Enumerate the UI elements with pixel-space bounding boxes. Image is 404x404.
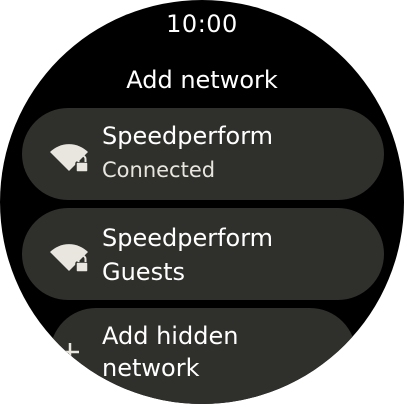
plus-icon	[61, 343, 79, 361]
network-name: Speedperform	[102, 224, 274, 252]
add-hidden-network-button[interactable]: Add hidden network	[50, 308, 356, 404]
page-title: Add network	[126, 66, 278, 94]
status-time: 10:00	[166, 10, 238, 38]
add-hidden-label-line1: Add hidden	[102, 322, 239, 350]
network-name-suffix: Guests	[102, 258, 185, 286]
wifi-lock-icon	[50, 144, 89, 173]
network-name: Speedperform	[102, 122, 274, 150]
add-hidden-label-line2: network	[102, 354, 200, 382]
network-status: Connected	[102, 158, 216, 182]
network-chip-speedperform-guests[interactable]: Speedperform Guests	[22, 208, 384, 300]
network-chip-speedperform[interactable]: Speedperform Connected	[22, 108, 384, 200]
wifi-lock-icon	[50, 244, 89, 273]
watch-screen: 10:00 Add network Speedperform Connected…	[0, 0, 404, 404]
